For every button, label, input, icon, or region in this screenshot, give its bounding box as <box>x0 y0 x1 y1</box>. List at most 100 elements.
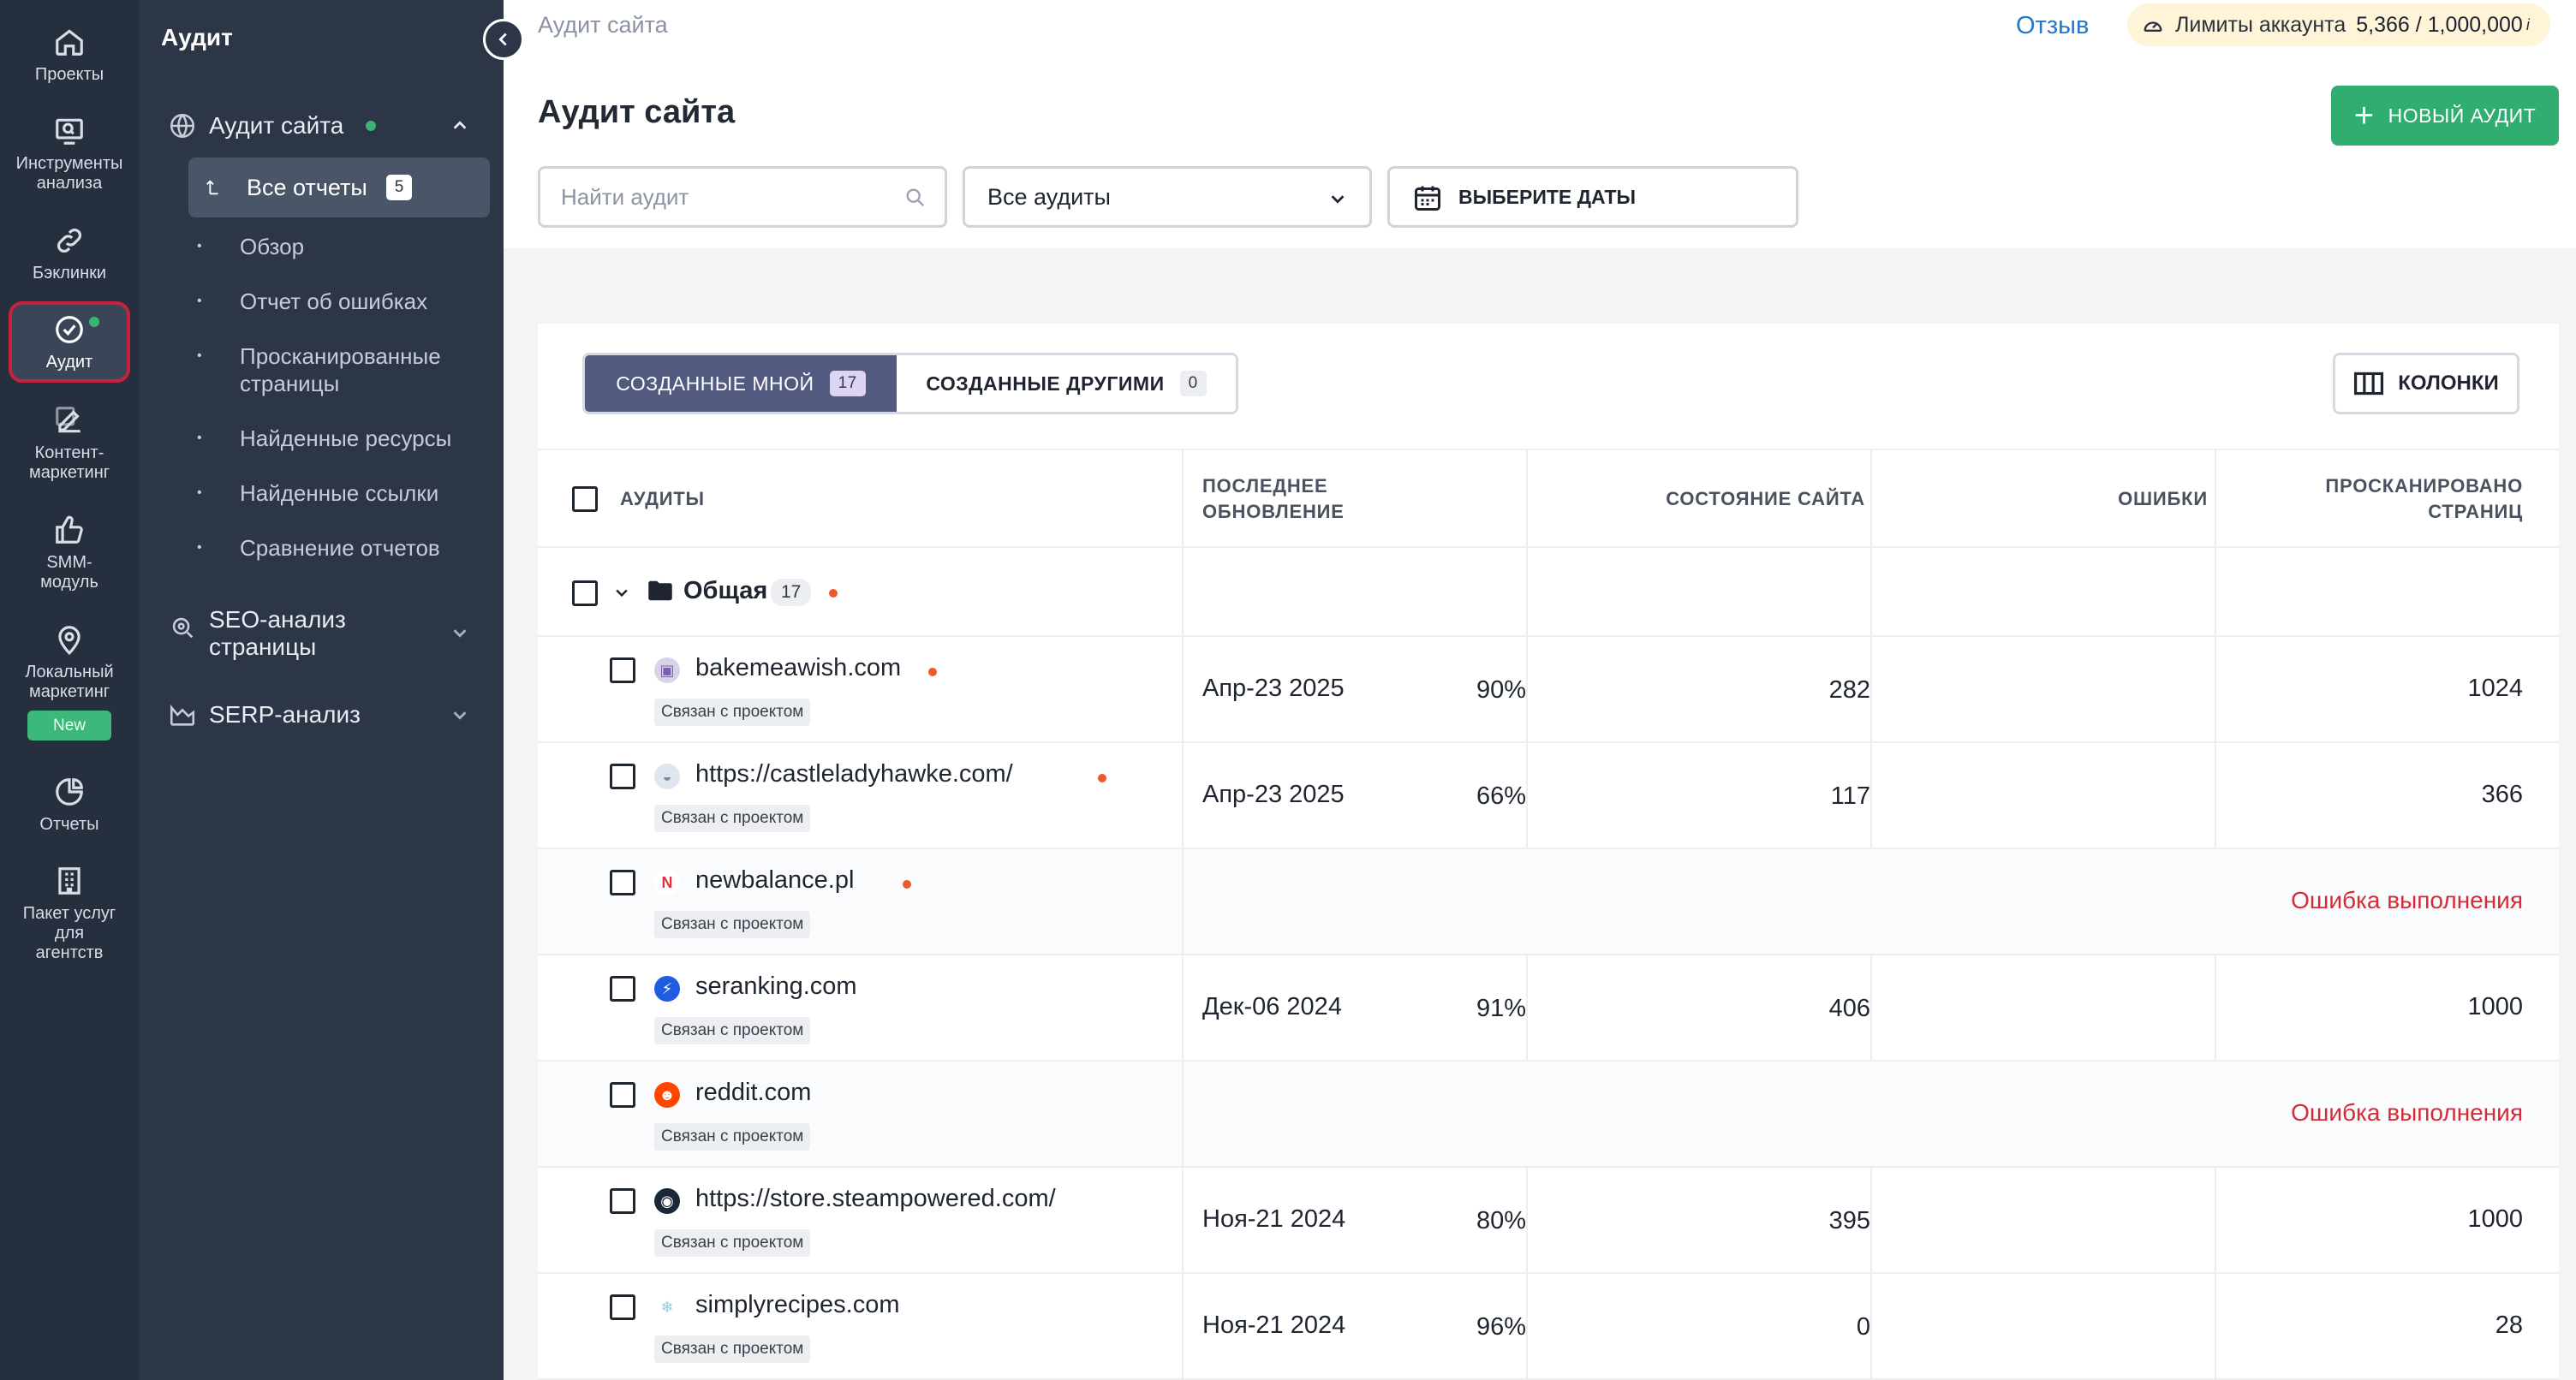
group-checkbox[interactable] <box>572 580 598 606</box>
col-site-health[interactable]: СОСТОЯНИЕ САЙТА <box>1666 486 1865 512</box>
linked-project-badge: Связан с проектом <box>654 805 811 832</box>
row-checkbox[interactable] <box>610 1188 635 1214</box>
errors-cell[interactable]: 282 <box>1829 676 1870 705</box>
linked-project-badge: Связан с проектом <box>654 1017 811 1044</box>
errors-cell[interactable]: 395 <box>1829 1207 1870 1235</box>
rail-item-reports[interactable]: Отчеты <box>9 776 130 835</box>
table-row[interactable]: Nnewbalance.pl Связан с проектом Ошибка вы… <box>538 849 2559 955</box>
crawled-pages-cell[interactable]: 1000 <box>2467 993 2523 1021</box>
rail-item-agency[interactable]: Пакет услуг для агентств <box>9 865 130 963</box>
crawled-pages-cell[interactable]: 1024 <box>2467 675 2523 703</box>
select-all-checkbox[interactable] <box>572 486 598 512</box>
date-picker-button[interactable]: ВЫБЕРИТЕ ДАТЫ <box>1387 166 1798 228</box>
seranking-favicon-icon: ⚡ <box>654 976 680 1002</box>
errors-cell[interactable]: 406 <box>1829 995 1870 1023</box>
audit-filter-select[interactable]: Все аудиты <box>963 166 1372 228</box>
chevron-down-icon[interactable] <box>613 584 630 601</box>
col-audits[interactable]: АУДИТЫ <box>620 450 705 548</box>
search-input[interactable]: Найти аудит <box>538 166 947 228</box>
table-row[interactable]: ▣ bakemeawish.com Связан с проектом Апр-23 … <box>538 637 2559 743</box>
table-row[interactable]: ☻ reddit.com Связан с проектом Ошибка выпол… <box>538 1062 2559 1168</box>
table-row[interactable]: ⚡ seranking.com Связан с проектом Дек-06 20… <box>538 955 2559 1062</box>
site-link[interactable]: https://store.steampowered.com/ <box>695 1185 1056 1213</box>
tab-created-by-others[interactable]: СОЗДАННЫЕ ДРУГИМИ 0 <box>897 355 1236 412</box>
sidebar-item-serp[interactable]: SERP-анализ <box>168 700 476 729</box>
sidebar-item-all-reports[interactable]: Все отчеты 5 <box>188 158 490 217</box>
tab-label: СОЗДАННЫЕ ДРУГИМИ <box>926 372 1165 395</box>
breadcrumb[interactable]: Аудит сайта <box>538 12 668 39</box>
group-row[interactable]: Общая 17 <box>538 548 2559 637</box>
reports-count-badge: 5 <box>385 175 413 200</box>
folder-icon <box>648 580 672 601</box>
table-row[interactable]: ◒ https://castleladyhawke.com/Связан с пр… <box>538 743 2559 849</box>
errors-cell[interactable]: 0 <box>1857 1313 1870 1341</box>
table-row[interactable]: ◉ https://store.steampowered.com/Связан с… <box>538 1168 2559 1274</box>
site-link[interactable]: newbalance.pl <box>695 866 854 895</box>
site-health-cell: 66% <box>1476 782 1526 810</box>
sidebar-item-label: SERP-анализ <box>209 701 361 728</box>
collapse-sidebar-button[interactable] <box>483 19 524 60</box>
sidebar-subitem-links[interactable]: Найденные ссылки <box>197 479 478 507</box>
status-dot <box>928 668 937 676</box>
row-checkbox[interactable] <box>610 764 635 789</box>
errors-cell[interactable]: 117 <box>1831 782 1870 811</box>
sidebar-item-site-audit[interactable]: Аудит сайта <box>168 111 476 140</box>
chevron-up-icon[interactable] <box>450 116 469 135</box>
crawled-pages-cell[interactable]: 28 <box>2496 1312 2523 1340</box>
site-health-cell: 80% <box>1476 1207 1526 1234</box>
column-divider <box>1182 548 1184 637</box>
sidebar-subitem-overview[interactable]: Обзор <box>197 233 478 260</box>
row-checkbox[interactable] <box>610 976 635 1002</box>
new-audit-button[interactable]: + НОВЫЙ АУДИТ <box>2331 86 2559 146</box>
columns-button[interactable]: КОЛОНКИ <box>2333 353 2519 414</box>
account-limits[interactable]: Лимиты аккаунта 5,366 / 1,000,000 i <box>2127 3 2550 46</box>
icon-rail: Проекты Инструменты анализа Бэклинки Ауд… <box>0 0 139 1380</box>
site-link[interactable]: https://castleladyhawke.com/ <box>695 760 1013 788</box>
row-checkbox[interactable] <box>610 1082 635 1108</box>
rail-item-content[interactable]: Контент-маркетинг <box>9 404 130 483</box>
pie-chart-icon <box>56 778 83 806</box>
site-link[interactable]: simplyrecipes.com <box>695 1291 900 1319</box>
sidebar-subitem-crawled[interactable]: Просканированные страницы <box>197 342 478 397</box>
linked-project-badge: Связан с проектом <box>654 699 811 726</box>
sidebar-subitem-resources[interactable]: Найденные ресурсы <box>197 425 478 452</box>
crawled-pages-cell[interactable]: 1000 <box>2467 1205 2523 1234</box>
site-link[interactable]: bakemeawish.com <box>695 654 901 682</box>
rail-item-local[interactable]: Локальный маркетинг New <box>9 623 130 741</box>
rail-item-smm[interactable]: SMM-модуль <box>9 514 130 592</box>
row-checkbox[interactable] <box>610 870 635 895</box>
table-row[interactable]: ❄ simplyrecipes.com Связан с проектом Ноя-2… <box>538 1274 2559 1380</box>
sidebar-subitem-compare[interactable]: Сравнение отчетов <box>197 534 478 562</box>
col-errors[interactable]: ОШИБКИ <box>2118 486 2208 512</box>
chevron-down-icon[interactable] <box>450 705 469 724</box>
rail-item-backlinks[interactable]: Бэклинки <box>9 224 130 283</box>
info-icon[interactable]: i <box>2526 16 2530 34</box>
rail-item-projects[interactable]: Проекты <box>9 26 130 85</box>
site-link[interactable]: reddit.com <box>695 1079 811 1107</box>
chevron-down-icon[interactable] <box>450 623 469 642</box>
rail-label: SMM-модуль <box>40 553 98 592</box>
col-label: ПОСЛЕДНЕЕ <box>1202 475 1328 497</box>
rail-item-audit[interactable]: Аудит <box>9 301 130 383</box>
crawled-pages-cell[interactable]: 366 <box>2482 781 2523 809</box>
search-placeholder: Найти аудит <box>561 183 689 210</box>
last-update-cell: Апр-23 2025 <box>1202 675 1345 702</box>
column-divider <box>2215 548 2216 637</box>
feedback-link[interactable]: Отзыв <box>2016 12 2089 40</box>
rail-item-tools[interactable]: Инструменты анализа <box>9 115 130 193</box>
return-arrow-icon <box>206 180 218 195</box>
column-divider <box>1526 637 1528 743</box>
row-checkbox[interactable] <box>610 657 635 683</box>
col-crawled-pages[interactable]: ПРОСКАНИРОВАНО СТРАНИЦ <box>2251 450 2523 548</box>
tab-created-by-me[interactable]: СОЗДАННЫЕ МНОЙ 17 <box>585 355 897 412</box>
column-divider <box>1182 1062 1184 1168</box>
page-header: Аудит сайта Отзыв Лимиты аккаунта 5,366 … <box>504 0 2576 248</box>
row-checkbox[interactable] <box>610 1294 635 1320</box>
col-last-update[interactable]: ПОСЛЕДНЕЕ ОБНОВЛЕНИЕ <box>1202 450 1345 548</box>
column-divider <box>2215 637 2216 743</box>
new-audit-label: НОВЫЙ АУДИТ <box>2388 104 2537 127</box>
linked-project-badge: Связан с проектом <box>654 911 811 938</box>
sidebar-subitem-errors[interactable]: Отчет об ошибках <box>197 288 478 315</box>
sidebar-item-seo-page[interactable]: SEO-анализ страницы <box>168 606 476 661</box>
site-link[interactable]: seranking.com <box>695 973 857 1001</box>
